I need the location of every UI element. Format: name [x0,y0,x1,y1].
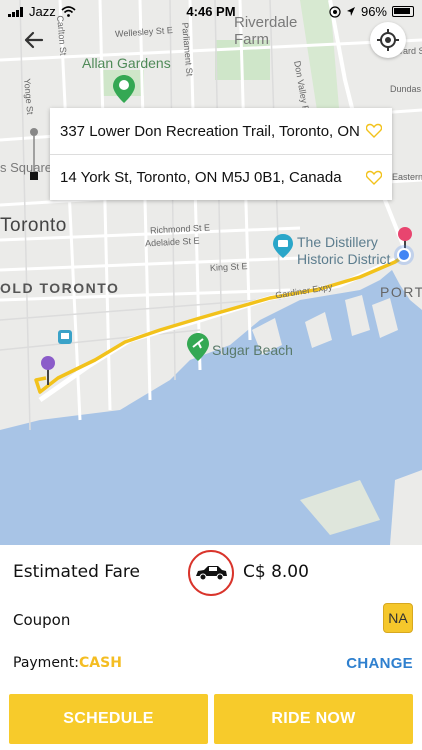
transit-icon [58,330,72,344]
map-view[interactable]: Riverdale Farm Allan Gardens Toronto OLD … [0,0,422,545]
estimated-fare-label: Estimated Fare [13,562,140,582]
map-label-distillery: The Distillery Historic District [297,234,391,267]
schedule-button[interactable]: SCHEDULE [9,694,208,744]
dropoff-square-icon [30,172,38,180]
map-label-eastern: Eastern [392,172,422,182]
back-arrow-icon [24,31,44,49]
map-label-sugar-beach: Sugar Beach [212,342,293,358]
dropoff-address-row[interactable]: 14 York St, Toronto, ON M5J 0B1, Canada [50,154,392,200]
coupon-badge[interactable]: NA [383,603,413,633]
destination-pin-icon [41,356,55,385]
locate-me-button[interactable] [370,22,406,58]
payment-label: Payment: [13,655,80,671]
status-right: 96% [329,4,414,19]
back-button[interactable] [22,28,50,54]
change-payment-link[interactable]: CHANGE [346,655,413,672]
vehicle-type-selector[interactable] [188,550,234,596]
map-label-allan-gardens: Allan Gardens [82,55,171,71]
favorite-dropoff-heart-icon[interactable] [366,170,382,185]
map-label-dundas: Dundas [390,84,422,94]
current-location-icon [394,245,414,265]
battery-icon [392,6,414,17]
dropoff-address[interactable]: 14 York St, Toronto, ON M5J 0B1, Canada [60,169,360,186]
booking-panel: Estimated Fare C$ 8.00 Coupon NA Payment… [0,545,422,750]
pickup-address[interactable]: 337 Lower Don Recreation Trail, Toronto,… [60,123,360,140]
map-label-old-toronto: OLD TORONTO [0,280,120,296]
attraction-pin-icon[interactable] [273,234,293,258]
favorite-pickup-heart-icon[interactable] [366,123,382,138]
beach-pin-icon[interactable] [187,333,209,361]
address-card: 337 Lower Don Recreation Trail, Toronto,… [50,108,392,200]
map-label-port: PORT [380,284,422,300]
map-label-king-st: King St E [209,261,248,273]
battery-percentage: 96% [360,4,387,19]
pickup-dot-icon [30,128,38,136]
payment-info: Payment:CASH [13,655,122,671]
coupon-label: Coupon [13,611,71,629]
estimated-fare-value: C$ 8.00 [243,562,309,582]
ride-now-button[interactable]: RIDE NOW [214,694,413,744]
route-indicator [30,128,38,180]
payment-method: CASH [79,655,122,671]
pickup-address-row[interactable]: 337 Lower Don Recreation Trail, Toronto,… [50,108,392,154]
map-label-toronto: Toronto [0,215,67,236]
navigation-arrow-icon [346,7,355,16]
map-label-square: s Square [0,160,53,175]
status-bar: Jazz 4:46 PM 96% [0,0,422,22]
car-icon [196,566,227,581]
location-services-icon [329,5,341,18]
park-pin-icon[interactable] [113,75,135,103]
crosshair-icon [377,29,399,51]
